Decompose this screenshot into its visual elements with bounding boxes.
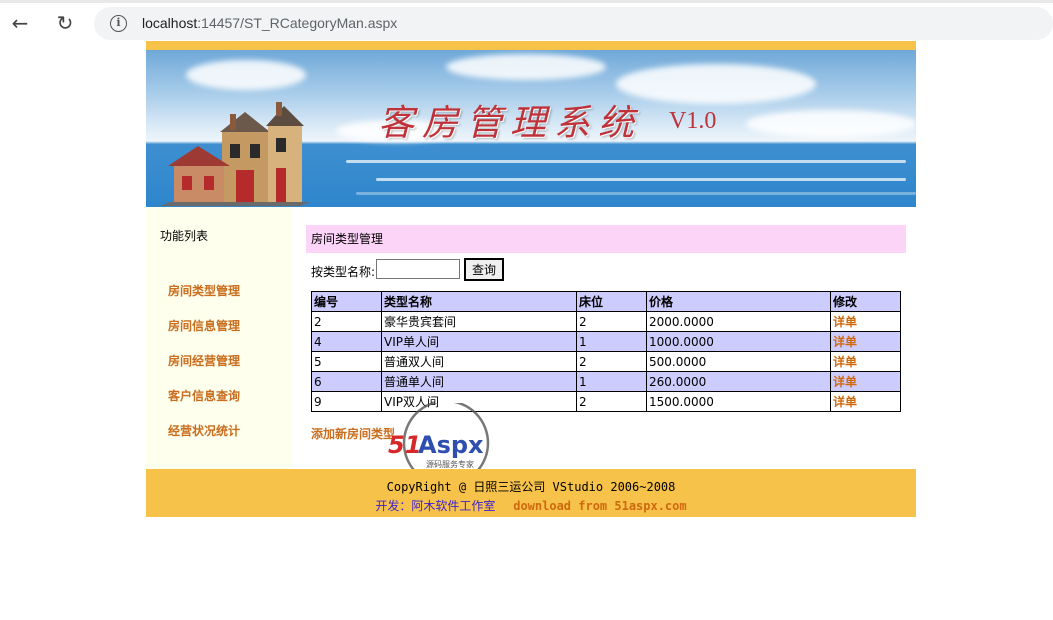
house-logo-icon [160, 102, 310, 206]
footer-developer: 开发：阿木软件工作室 [375, 499, 496, 513]
cell-beds: 2 [576, 391, 647, 412]
detail-link[interactable]: 详单 [833, 335, 857, 349]
add-room-type-link[interactable]: 添加新房间类型 [311, 425, 395, 442]
watermark-tagline: 源码服务专家 [426, 459, 474, 469]
sidebar: 功能列表 房间类型管理 房间信息管理 房间经营管理 客户信息查询 经营状况统计 [146, 207, 291, 469]
address-bar[interactable]: i localhost:14457/ST_RCategoryMan.aspx [94, 7, 1053, 40]
cell-price: 260.0000 [646, 371, 831, 392]
cell-price: 2000.0000 [646, 311, 831, 332]
cell-price: 1500.0000 [646, 391, 831, 412]
watermark-51: 51 [388, 431, 421, 459]
cell-edit: 详单 [830, 331, 901, 352]
table-row: 4 VIP单人间 1 1000.0000 详单 [311, 331, 901, 352]
url-text[interactable]: localhost:14457/ST_RCategoryMan.aspx [142, 15, 397, 31]
cell-beds: 1 [576, 371, 647, 392]
footer-credits: 开发：阿木软件工作室 download from 51aspx.com [146, 497, 916, 514]
footer-download-link[interactable]: download from 51aspx.com [513, 499, 686, 513]
cell-price: 1000.0000 [646, 331, 831, 352]
cell-edit: 详单 [830, 391, 901, 412]
sidebar-item-room-info[interactable]: 房间信息管理 [168, 317, 240, 334]
cell-edit: 详单 [830, 311, 901, 332]
column-header-price: 价格 [646, 291, 831, 312]
detail-link[interactable]: 详单 [833, 315, 857, 329]
watermark-aspx: Aspx [418, 431, 484, 459]
table-row: 2 豪华贵宾套间 2 2000.0000 详单 [311, 311, 901, 332]
cell-beds: 2 [576, 351, 647, 372]
search-input[interactable] [376, 259, 460, 279]
footer: CopyRight @ 日照三运公司 VStudio 2006~2008 开发：… [146, 469, 916, 517]
back-arrow-icon[interactable]: ← [8, 11, 32, 35]
browser-toolbar: ← ↻ i localhost:14457/ST_RCategoryMan.as… [0, 0, 1053, 42]
table-row: 6 普通单人间 1 260.0000 详单 [311, 371, 901, 392]
cell-id: 2 [311, 311, 382, 332]
info-icon[interactable]: i [110, 15, 127, 32]
top-strip [146, 41, 916, 50]
watermark-logo-icon: 51 Aspx 源码服务专家 [388, 403, 490, 475]
column-header-beds: 床位 [576, 291, 647, 312]
cell-name: 普通双人间 [381, 351, 577, 372]
sidebar-item-statistics[interactable]: 经营状况统计 [168, 422, 240, 439]
cell-name: 普通单人间 [381, 371, 577, 392]
page-container: 客房管理系统 V1.0 功能列表 房间类型管理 房间信息管理 房间经营管理 客户… [146, 41, 916, 517]
cell-edit: 详单 [830, 371, 901, 392]
search-label: 按类型名称: [311, 265, 376, 279]
column-header-id: 编号 [311, 291, 382, 312]
sidebar-title: 功能列表 [160, 229, 209, 243]
sidebar-item-room-type[interactable]: 房间类型管理 [168, 282, 240, 299]
cell-name: 豪华贵宾套间 [381, 311, 577, 332]
section-title: 房间类型管理 [306, 225, 906, 253]
detail-link[interactable]: 详单 [833, 355, 857, 369]
cell-beds: 2 [576, 311, 647, 332]
cell-price: 500.0000 [646, 351, 831, 372]
header-banner: 客房管理系统 V1.0 [146, 50, 916, 207]
cell-id: 5 [311, 351, 382, 372]
table-row: 5 普通双人间 2 500.0000 详单 [311, 351, 901, 372]
cell-id: 9 [311, 391, 382, 412]
cell-id: 6 [311, 371, 382, 392]
room-type-table: 编号 类型名称 床位 价格 修改 2 豪华贵宾套间 2 2000.0000 详单 [311, 291, 901, 412]
table-header-row: 编号 类型名称 床位 价格 修改 [311, 291, 901, 312]
column-header-edit: 修改 [830, 291, 901, 312]
cell-beds: 1 [576, 331, 647, 352]
column-header-name: 类型名称 [381, 291, 577, 312]
app-version: V1.0 [669, 108, 717, 134]
cell-name: VIP单人间 [381, 331, 577, 352]
content-area: 功能列表 房间类型管理 房间信息管理 房间经营管理 客户信息查询 经营状况统计 … [146, 207, 916, 475]
cell-edit: 详单 [830, 351, 901, 372]
detail-link[interactable]: 详单 [833, 375, 857, 389]
detail-link[interactable]: 详单 [833, 395, 857, 409]
reload-icon[interactable]: ↻ [53, 11, 77, 35]
cell-id: 4 [311, 331, 382, 352]
search-button[interactable]: 查询 [464, 258, 504, 281]
footer-copyright: CopyRight @ 日照三运公司 VStudio 2006~2008 [386, 480, 676, 494]
sidebar-item-room-business[interactable]: 房间经营管理 [168, 352, 240, 369]
sidebar-item-customer-query[interactable]: 客户信息查询 [168, 387, 240, 404]
app-title: 客房管理系统 [378, 103, 643, 144]
